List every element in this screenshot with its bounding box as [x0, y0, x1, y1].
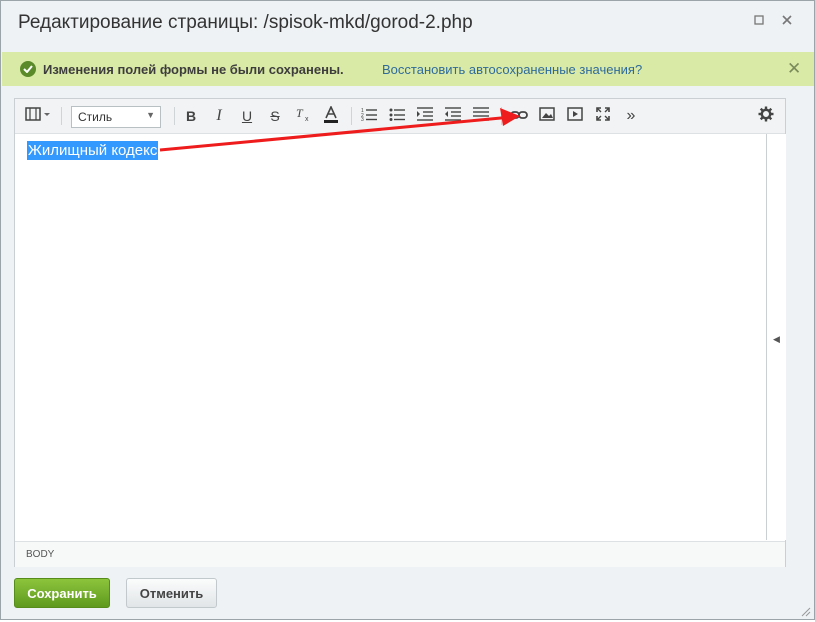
unordered-list-icon[interactable] — [387, 106, 407, 126]
notice-message: Изменения полей формы не были сохранены. — [43, 62, 344, 77]
toolbar-separator — [351, 107, 352, 125]
unsaved-changes-notice: Изменения полей формы не были сохранены.… — [2, 52, 814, 86]
italic-button[interactable]: I — [209, 106, 229, 126]
svg-text:T: T — [296, 106, 304, 120]
style-select-value: Стиль — [78, 110, 113, 124]
side-panel-toggle[interactable]: ◀ — [766, 134, 786, 540]
resize-grip-icon[interactable] — [799, 604, 811, 617]
selected-text[interactable]: Жилищный кодекс — [27, 141, 159, 160]
element-path[interactable]: BODY — [26, 549, 54, 560]
maximize-icon[interactable] — [751, 14, 767, 30]
restore-autosave-link[interactable]: Восстановить автосохраненные значения? — [382, 62, 642, 77]
image-icon[interactable] — [537, 106, 557, 126]
fullscreen-icon[interactable] — [593, 106, 613, 126]
toolbar-separator — [174, 107, 175, 125]
bold-button[interactable]: B — [181, 106, 201, 126]
dialog-titlebar[interactable]: Редактирование страницы: /spisok-mkd/gor… — [1, 1, 814, 47]
toolbar-separator — [501, 107, 502, 125]
dialog-title: Редактирование страницы: /spisok-mkd/gor… — [18, 12, 473, 33]
video-icon[interactable] — [565, 106, 585, 126]
more-tools-button[interactable]: » — [621, 106, 641, 126]
toolbar-separator — [61, 107, 62, 125]
underline-button[interactable]: U — [237, 106, 257, 126]
text-color-icon[interactable] — [321, 105, 341, 126]
outdent-icon[interactable] — [443, 106, 463, 126]
check-circle-icon — [20, 61, 36, 77]
view-mode-icon[interactable] — [23, 106, 53, 126]
cancel-button[interactable]: Отменить — [126, 578, 217, 608]
svg-text:x: x — [305, 116, 309, 122]
remove-format-icon[interactable]: Tx — [293, 106, 313, 126]
editor-content-area[interactable]: Жилищный кодекс — [15, 134, 765, 540]
indent-icon[interactable] — [415, 106, 435, 126]
strikethrough-button[interactable]: S — [265, 106, 285, 126]
html-editor: Стиль ▼ B I U S Tx 123 » Жилищный кодекс… — [14, 98, 786, 567]
ordered-list-icon[interactable]: 123 — [359, 106, 379, 126]
editor-statusbar: BODY — [15, 541, 785, 567]
editor-toolbar: Стиль ▼ B I U S Tx 123 » — [15, 99, 785, 134]
chevron-down-icon: ▼ — [146, 110, 155, 120]
edit-page-dialog: Редактирование страницы: /spisok-mkd/gor… — [0, 0, 815, 620]
caret-left-icon[interactable]: ◀ — [773, 334, 780, 345]
link-icon[interactable] — [509, 106, 529, 126]
save-button[interactable]: Сохранить — [14, 578, 110, 608]
align-justify-icon[interactable] — [471, 106, 491, 126]
close-icon[interactable] — [779, 14, 795, 30]
svg-text:3: 3 — [361, 117, 364, 121]
notice-close-icon[interactable]: ✕ — [787, 59, 801, 79]
style-select[interactable]: Стиль ▼ — [71, 106, 161, 128]
settings-gear-icon[interactable] — [756, 106, 776, 126]
